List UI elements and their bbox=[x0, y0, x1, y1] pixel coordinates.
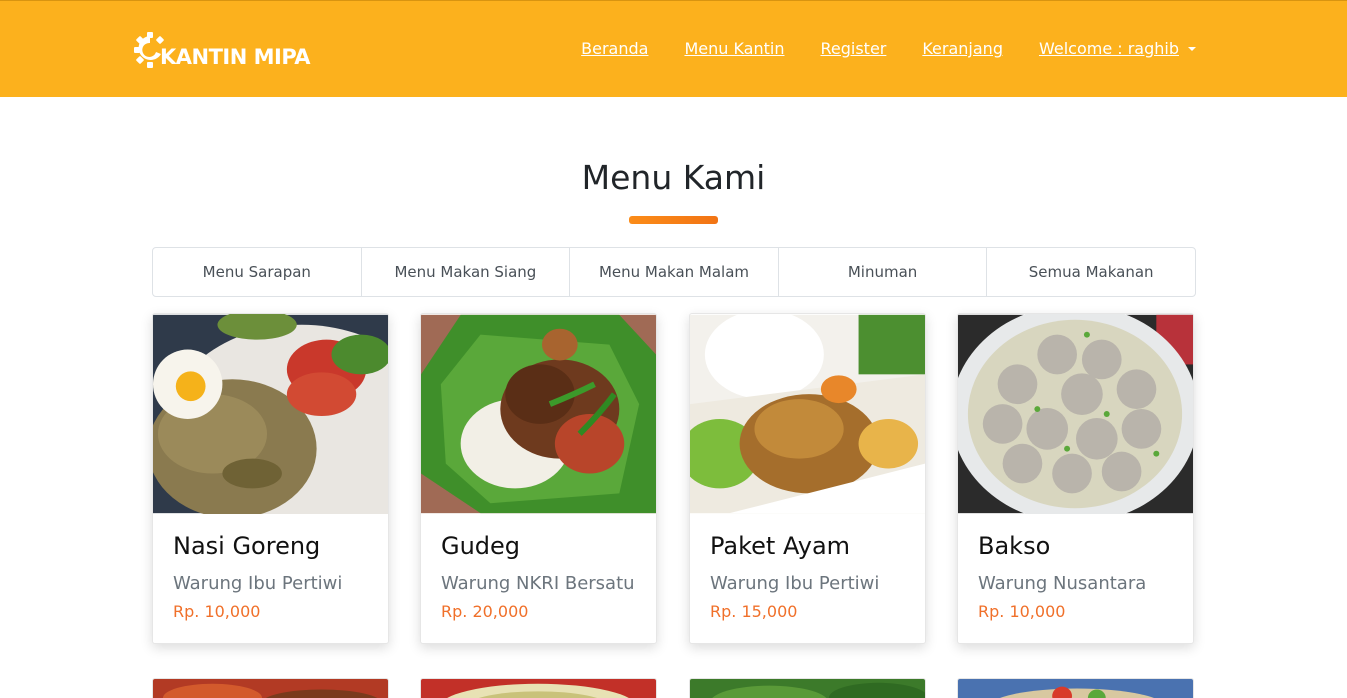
menu-card-bakso[interactable]: Bakso Warung Nusantara Rp. 10,000 bbox=[957, 313, 1194, 644]
tab-menu-sarapan[interactable]: Menu Sarapan bbox=[153, 248, 361, 296]
navbar: KANTIN MIPA Beranda Menu Kantin Register… bbox=[0, 0, 1347, 97]
card-shop: Warung NKRI Bersatu bbox=[441, 573, 635, 594]
food-image bbox=[958, 679, 1193, 698]
nasi-goreng-image bbox=[153, 314, 388, 514]
card-shop: Warung Ibu Pertiwi bbox=[710, 573, 880, 594]
tab-semua-makanan[interactable]: Semua Makanan bbox=[986, 248, 1195, 296]
card-title: Nasi Goreng bbox=[173, 532, 321, 560]
menu-card-row2-2[interactable] bbox=[420, 678, 657, 698]
card-price: Rp. 10,000 bbox=[978, 602, 1066, 621]
food-image bbox=[421, 679, 656, 698]
nav-link-keranjang[interactable]: Keranjang bbox=[922, 39, 1003, 58]
menu-category-tabs: Menu Sarapan Menu Makan Siang Menu Makan… bbox=[152, 247, 1196, 297]
menu-card-row2-3[interactable] bbox=[689, 678, 926, 698]
nav-link-register[interactable]: Register bbox=[820, 39, 886, 58]
nav-link-menu-kantin[interactable]: Menu Kantin bbox=[684, 39, 784, 58]
paket-ayam-image bbox=[690, 314, 925, 514]
tab-minuman[interactable]: Minuman bbox=[777, 248, 987, 296]
card-price: Rp. 15,000 bbox=[710, 602, 798, 621]
tab-menu-makan-siang[interactable]: Menu Makan Siang bbox=[360, 248, 570, 296]
menu-card-nasi-goreng[interactable]: Nasi Goreng Warung Ibu Pertiwi Rp. 10,00… bbox=[152, 313, 389, 644]
card-title: Bakso bbox=[978, 532, 1051, 560]
menu-card-gudeg[interactable]: Gudeg Warung NKRI Bersatu Rp. 20,000 bbox=[420, 313, 657, 644]
food-image bbox=[690, 679, 925, 698]
gudeg-image bbox=[421, 314, 656, 514]
tab-menu-makan-malam[interactable]: Menu Makan Malam bbox=[569, 248, 778, 296]
nav-link-beranda[interactable]: Beranda bbox=[581, 39, 648, 58]
section-title: Menu Kami bbox=[581, 158, 766, 197]
menu-card-row2-1[interactable] bbox=[152, 678, 389, 698]
bakso-image bbox=[958, 314, 1193, 514]
welcome-label: Welcome : raghib bbox=[1038, 39, 1179, 58]
user-dropdown[interactable]: Welcome : raghib bbox=[1039, 39, 1196, 58]
brand-name: KANTIN MIPA bbox=[160, 45, 311, 69]
card-shop: Warung Ibu Pertiwi bbox=[173, 573, 343, 594]
title-underline bbox=[629, 216, 718, 224]
menu-card-row2-4[interactable] bbox=[957, 678, 1194, 698]
brand-logo[interactable]: KANTIN MIPA bbox=[134, 31, 311, 71]
food-image bbox=[153, 679, 388, 698]
caret-down-icon bbox=[1188, 47, 1196, 51]
card-price: Rp. 10,000 bbox=[173, 602, 261, 621]
card-title: Paket Ayam bbox=[710, 532, 851, 560]
card-price: Rp. 20,000 bbox=[441, 602, 529, 621]
menu-card-paket-ayam[interactable]: Paket Ayam Warung Ibu Pertiwi Rp. 15,000 bbox=[689, 313, 926, 644]
card-title: Gudeg bbox=[441, 532, 521, 560]
card-shop: Warung Nusantara bbox=[978, 573, 1147, 594]
nav-menu: Beranda Menu Kantin Register Keranjang W… bbox=[581, 39, 1196, 58]
